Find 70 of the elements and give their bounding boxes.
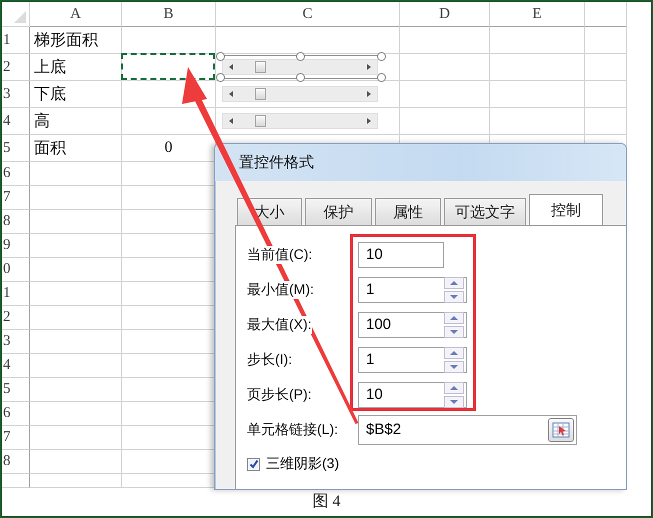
table-cell: 上底 <box>30 54 122 81</box>
checkbox[interactable] <box>247 458 260 470</box>
table-cell <box>585 54 627 81</box>
spin-down-icon[interactable] <box>444 326 464 338</box>
tab[interactable]: 可选文字 <box>444 198 526 225</box>
field-label: 页步长(P): <box>247 386 312 404</box>
row-header[interactable]: 3 <box>2 330 30 354</box>
row-header[interactable]: 5 <box>2 135 30 162</box>
table-cell: 高 <box>30 108 122 135</box>
field-label: 最小值(M): <box>247 280 314 298</box>
tab[interactable]: 保护 <box>305 198 372 225</box>
row-header[interactable]: 7 <box>2 426 30 450</box>
scroll-thumb[interactable] <box>254 61 266 73</box>
spin-field[interactable]: 1 <box>358 346 467 372</box>
column-header[interactable]: A <box>30 2 122 27</box>
spin-down-icon[interactable] <box>444 360 464 372</box>
input-field[interactable]: $B$2 <box>358 414 577 444</box>
spin-field[interactable]: 10 <box>358 382 467 408</box>
table-cell <box>585 81 627 108</box>
row-header[interactable]: 1 <box>2 27 30 54</box>
checkbox-label[interactable]: 三维阴影(3) <box>266 455 340 473</box>
selection-frame[interactable] <box>216 52 386 82</box>
table-cell <box>585 27 627 54</box>
column-header[interactable]: D <box>400 2 490 27</box>
dialog-title: 置控件格式 <box>215 144 626 181</box>
row-header[interactable]: 7 <box>2 186 30 210</box>
column-header[interactable]: B <box>122 2 216 27</box>
scroll-bar-control[interactable] <box>222 86 378 102</box>
column-header[interactable]: C <box>216 2 400 27</box>
tab[interactable]: 属性 <box>375 198 441 225</box>
scroll-bar-control[interactable] <box>222 113 378 129</box>
row-header[interactable]: 4 <box>2 108 30 135</box>
row-header[interactable]: 6 <box>2 402 30 426</box>
scroll-bar-control[interactable] <box>222 59 378 75</box>
spin-down-icon[interactable] <box>444 290 464 302</box>
row-header[interactable]: 5 <box>2 378 30 402</box>
row-header[interactable]: 8 <box>2 210 30 234</box>
input-field[interactable]: 10 <box>358 242 444 268</box>
spin-up-icon[interactable] <box>444 276 464 288</box>
row-header[interactable]: 4 <box>2 354 30 378</box>
grid-pointer-icon <box>552 422 570 438</box>
field-label: 最大值(X): <box>247 316 312 334</box>
spin-down-icon[interactable] <box>444 396 464 408</box>
column-header[interactable] <box>585 2 627 27</box>
figure-caption: 图 4 <box>312 492 342 512</box>
spin-up-icon[interactable] <box>444 312 464 324</box>
scroll-thumb[interactable] <box>254 115 266 127</box>
scroll-thumb[interactable] <box>254 88 266 100</box>
row-header[interactable]: 3 <box>2 81 30 108</box>
row-header[interactable] <box>2 474 30 488</box>
table-cell: 面积 <box>30 135 122 162</box>
row-header[interactable]: 8 <box>2 450 30 474</box>
tab[interactable]: 控制 <box>529 194 603 226</box>
row-header[interactable]: 1 <box>2 282 30 306</box>
spin-up-icon[interactable] <box>444 346 464 358</box>
row-header[interactable]: 2 <box>2 54 30 81</box>
range-select-button[interactable] <box>548 418 574 442</box>
row-header[interactable]: 6 <box>2 162 30 186</box>
table-cell: 下底 <box>30 81 122 108</box>
row-header[interactable]: 0 <box>2 258 30 282</box>
row-header[interactable]: 2 <box>2 306 30 330</box>
field-label: 当前值(C): <box>247 246 312 264</box>
spin-field[interactable]: 100 <box>358 312 467 338</box>
column-header[interactable]: E <box>490 2 585 27</box>
spin-field[interactable]: 1 <box>358 276 467 302</box>
field-label: 步长(I): <box>247 350 292 368</box>
spin-up-icon[interactable] <box>444 382 464 394</box>
table-cell: 梯形面积 <box>30 27 122 54</box>
row-header[interactable]: 9 <box>2 234 30 258</box>
field-label: 单元格链接(L): <box>247 420 338 438</box>
